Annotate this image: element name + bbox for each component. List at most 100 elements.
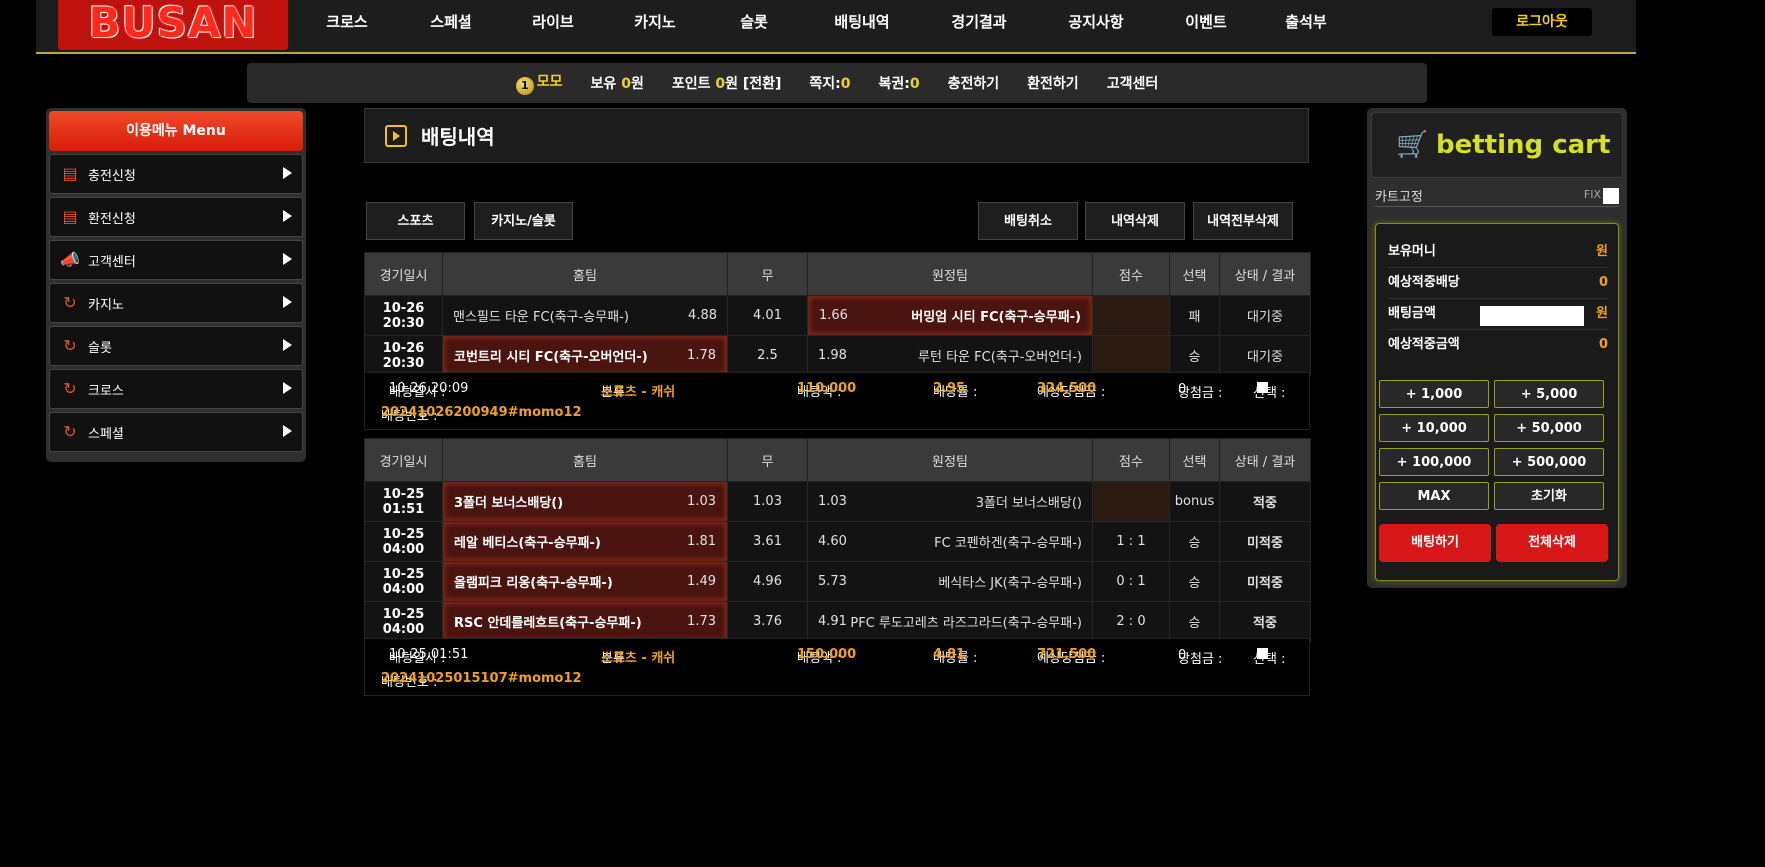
column-header: 무 <box>727 438 808 482</box>
column-header: 원정팀 <box>807 252 1093 296</box>
menu-item-label: 고객센터 <box>88 254 136 270</box>
nav-item-0[interactable]: 크로스 <box>294 0 400 44</box>
away-team-cell[interactable]: 1.66 버밍엄 시티 FC(축구-승무패-) <box>807 295 1093 336</box>
match-score: 2 : 0 <box>1092 601 1170 642</box>
cart-amount-button-3[interactable]: + 50,000 <box>1494 414 1604 442</box>
home-team-cell[interactable]: 올램피크 리옹(축구-승무패-) 1.49 <box>442 561 728 602</box>
away-team: 버밍엄 시티 FC(축구-승무패-) <box>911 310 1081 325</box>
bet-select-checkbox[interactable] <box>1257 648 1268 659</box>
cart-amount-button-0[interactable]: + 1,000 <box>1379 380 1489 408</box>
menu-item-1[interactable]: ▤ 환전신청 <box>49 197 303 237</box>
away-team: PFC 루도고레츠 라즈그라드(축구-승무패-) <box>850 616 1082 631</box>
match-score <box>1092 335 1170 376</box>
home-team-cell[interactable]: RSC 안데를레흐트(축구-승무패-) 1.73 <box>442 601 728 642</box>
fix-checkbox[interactable] <box>1603 188 1619 204</box>
arrow-right-icon <box>283 253 292 265</box>
tab-casino-slot[interactable]: 카지노/슬롯 <box>474 202 573 240</box>
menu-item-2[interactable]: 📣 고객센터 <box>49 240 303 280</box>
logout-button[interactable]: 로그아웃 <box>1492 8 1592 36</box>
balance-info: 보유 0원 <box>590 76 644 92</box>
menu-item-label: 충전신청 <box>88 168 136 184</box>
cart-amount-button-5[interactable]: + 500,000 <box>1494 448 1604 476</box>
nav-item-5[interactable]: 배팅내역 <box>802 0 922 44</box>
page-title: 배팅내역 <box>421 125 495 149</box>
bet-table: 경기일시 홈팀 무 원정팀 점수 선택 상태 / 결과 10-26 20:30 맨스필드 타운 … <box>364 252 1311 376</box>
delete-all-history-button[interactable]: 내역전부삭제 <box>1193 202 1293 240</box>
support-link[interactable]: 고객센터 <box>1107 73 1159 93</box>
home-odds: 1.49 <box>687 574 716 589</box>
cart-amount-button-6[interactable]: MAX <box>1379 482 1489 510</box>
match-score <box>1092 295 1170 336</box>
away-team: 루턴 타운 FC(축구-오버언더-) <box>918 350 1082 365</box>
note-info[interactable]: 쪽지:0 <box>809 73 850 93</box>
cart-amount-button-2[interactable]: + 10,000 <box>1379 414 1489 442</box>
bet-status: 미적중 <box>1219 521 1311 562</box>
cart-amount-button-7[interactable]: 초기화 <box>1494 482 1604 510</box>
cart-header: 🛒 betting cart <box>1371 112 1623 178</box>
column-header: 홈팀 <box>442 252 728 296</box>
bet-select-checkbox[interactable] <box>1257 382 1268 393</box>
bet-status: 대기중 <box>1219 295 1311 336</box>
deposit-link[interactable]: 충전하기 <box>948 73 1000 93</box>
menu-item-4[interactable]: ↻ 슬롯 <box>49 326 303 366</box>
menu-item-0[interactable]: ▤ 충전신청 <box>49 154 303 194</box>
away-team-cell[interactable]: 4.91 PFC 루도고레츠 라즈그라드(축구-승무패-) <box>807 601 1093 642</box>
level-badge-icon: 1 <box>515 77 534 95</box>
cart-panel: 보유머니 원 예상적중배당 0 배팅금액 원 예상적중금액 0 + 1,000 + 5,… <box>1375 223 1619 581</box>
nav-item-4[interactable]: 슬롯 <box>706 0 802 44</box>
home-team: RSC 안데를레흐트(축구-승무패-) <box>454 616 642 631</box>
match-date: 10-25 04:00 <box>364 521 443 562</box>
ticket-info[interactable]: 복권:0 <box>879 73 920 93</box>
bet-pick: 패 <box>1169 295 1220 336</box>
bet-summary: 배팅일시 : 10-25 01:51 분류 : 스포츠 - 캐쉬 배팅액 : 150… <box>364 638 1310 696</box>
bet-status: 적중 <box>1219 481 1311 522</box>
left-menu: 이용메뉴 Menu ▤ 충전신청 ▤ 환전신청 📣 고객센터 ↻ 카지노 ↻ 슬롯 ↻ 크로스 ↻ 스페셜 <box>46 108 306 462</box>
away-team-cell[interactable]: 1.98 루턴 타운 FC(축구-오버언더-) <box>807 335 1093 376</box>
nav-item-9[interactable]: 출석부 <box>1256 0 1356 44</box>
column-header: 상태 / 결과 <box>1219 438 1311 482</box>
bet-amount-input[interactable] <box>1480 306 1584 326</box>
cart-balance-row: 보유머니 원 <box>1388 237 1608 268</box>
place-bet-button[interactable]: 배팅하기 <box>1379 524 1491 562</box>
arrow-right-icon <box>283 425 292 437</box>
tab-sports[interactable]: 스포츠 <box>366 202 465 240</box>
nav-item-3[interactable]: 카지노 <box>604 0 706 44</box>
fix-label: FIX <box>1583 188 1601 201</box>
cart-bet-amount-row: 배팅금액 원 <box>1388 299 1608 330</box>
cart-fix-row: 카트고정 FIX <box>1375 186 1619 207</box>
menu-item-5[interactable]: ↻ 크로스 <box>49 369 303 409</box>
draw-odds: 2.5 <box>727 335 808 376</box>
arrow-right-icon <box>283 382 292 394</box>
menu-item-3[interactable]: ↻ 카지노 <box>49 283 303 323</box>
cart-amount-button-4[interactable]: + 100,000 <box>1379 448 1489 476</box>
away-team-cell[interactable]: 1.03 3폴더 보너스배당() <box>807 481 1093 522</box>
cart-expected-win-row: 예상적중금액 0 <box>1388 337 1608 352</box>
cancel-bet-button[interactable]: 배팅취소 <box>978 202 1078 240</box>
column-header: 경기일시 <box>364 252 443 296</box>
nav-item-8[interactable]: 이벤트 <box>1156 0 1256 44</box>
away-team-cell[interactable]: 4.60 FC 코펜하겐(축구-승무패-) <box>807 521 1093 562</box>
menu-item-6[interactable]: ↻ 스페셜 <box>49 412 303 452</box>
home-team-cell[interactable]: 레알 베티스(축구-승무패-) 1.81 <box>442 521 728 562</box>
nav-item-1[interactable]: 스페셜 <box>400 0 502 44</box>
withdraw-link[interactable]: 환전하기 <box>1027 73 1079 93</box>
point-info[interactable]: 포인트 0원 [전환] <box>672 73 782 93</box>
home-team-cell[interactable]: 맨스필드 타운 FC(축구-승무패-) 4.88 <box>442 295 728 336</box>
match-date: 10-26 20:30 <box>364 335 443 376</box>
draw-odds: 3.61 <box>727 521 808 562</box>
bet-pick: 승 <box>1169 521 1220 562</box>
nav-item-7[interactable]: 공지사항 <box>1036 0 1156 44</box>
cart-icon: 🛒 <box>1396 130 1429 160</box>
site-logo[interactable]: BUSAN <box>58 0 288 50</box>
nav-item-2[interactable]: 라이브 <box>502 0 604 44</box>
home-team-cell[interactable]: 코번트리 시티 FC(축구-오버언더-) 1.78 <box>442 335 728 376</box>
bet-status: 적중 <box>1219 601 1311 642</box>
deposit-icon: ▤ <box>62 164 78 183</box>
home-team-cell[interactable]: 3폴더 보너스배당() 1.03 <box>442 481 728 522</box>
delete-history-button[interactable]: 내역삭제 <box>1085 202 1185 240</box>
away-team: 베식타스 JK(축구-승무패-) <box>938 576 1082 591</box>
clear-cart-button[interactable]: 전체삭제 <box>1496 524 1608 562</box>
nav-item-6[interactable]: 경기결과 <box>922 0 1036 44</box>
away-team-cell[interactable]: 5.73 베식타스 JK(축구-승무패-) <box>807 561 1093 602</box>
cart-amount-button-1[interactable]: + 5,000 <box>1494 380 1604 408</box>
